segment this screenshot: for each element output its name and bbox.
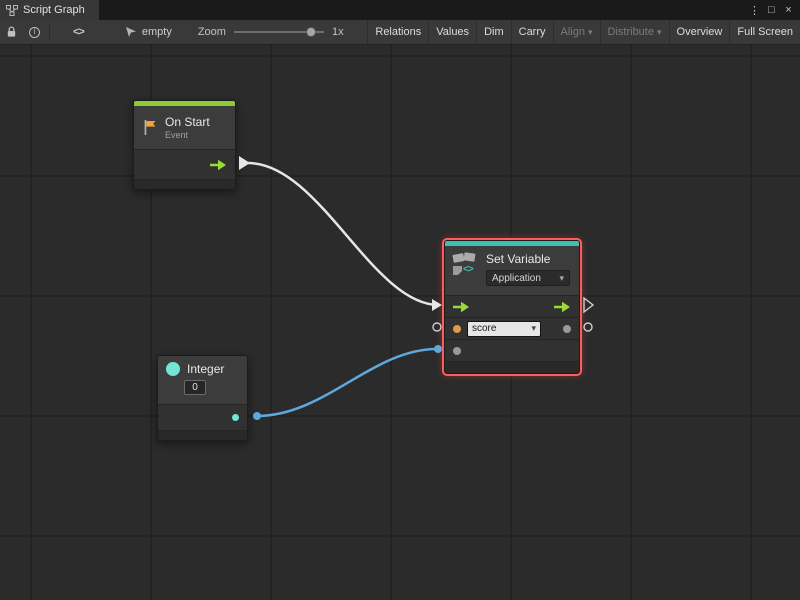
window-menu-button[interactable]: ⋮ bbox=[746, 1, 763, 19]
value-wire-end-dot[interactable] bbox=[434, 345, 442, 353]
flow-input-port-icon[interactable] bbox=[453, 301, 470, 313]
flow-output-row bbox=[134, 149, 235, 179]
zoom-slider[interactable] bbox=[234, 26, 324, 38]
flow-wire-start-arrow[interactable] bbox=[239, 156, 250, 170]
carry-button[interactable]: Carry bbox=[511, 20, 553, 44]
title-bar: Script Graph ⋮ □ × bbox=[0, 0, 800, 20]
graph-name-label: empty bbox=[142, 26, 172, 38]
node-on-start[interactable]: On Start Event bbox=[133, 100, 236, 190]
edit-graph-button[interactable]: <> bbox=[67, 20, 90, 44]
name-input-external-port[interactable] bbox=[433, 323, 441, 331]
script-graph-window: Script Graph ⋮ □ × i <> bbox=[0, 0, 800, 600]
integer-value-input[interactable]: 0 bbox=[184, 380, 206, 395]
overview-button[interactable]: Overview bbox=[669, 20, 730, 44]
variable-scope-dropdown[interactable]: Application ▾ bbox=[486, 270, 570, 286]
node-header: Integer 0 bbox=[158, 356, 247, 404]
kebab-menu-icon: ⋮ bbox=[749, 4, 760, 17]
chevron-down-icon: ▾ bbox=[657, 28, 662, 37]
window-close-button[interactable]: × bbox=[780, 1, 797, 19]
info-icon: i bbox=[29, 27, 40, 38]
graph-canvas[interactable]: On Start Event <> bbox=[0, 45, 800, 600]
graph-breadcrumb[interactable]: empty bbox=[124, 26, 172, 38]
chevron-down-icon: ▾ bbox=[559, 274, 564, 283]
node-subtitle: Event bbox=[165, 130, 210, 140]
script-graph-icon bbox=[6, 5, 18, 16]
new-value-input-port[interactable] bbox=[453, 347, 461, 355]
value-wire[interactable] bbox=[257, 349, 437, 416]
wires-layer bbox=[0, 45, 800, 600]
flow-wire[interactable] bbox=[248, 163, 439, 305]
flag-icon bbox=[142, 119, 158, 136]
flow-output-port-icon[interactable] bbox=[210, 159, 227, 171]
variable-name-field[interactable]: score ▾ bbox=[467, 321, 541, 337]
node-title: Integer bbox=[187, 362, 224, 376]
node-header: On Start Event bbox=[134, 106, 235, 149]
chevron-down-icon: ▾ bbox=[588, 28, 593, 37]
zoom-value: 1x bbox=[332, 26, 344, 38]
set-variable-icon: <> bbox=[453, 252, 479, 278]
tab-script-graph[interactable]: Script Graph bbox=[0, 0, 99, 20]
close-icon: × bbox=[785, 4, 791, 16]
new-value-row bbox=[445, 339, 579, 361]
window-maximize-button[interactable]: □ bbox=[763, 1, 780, 19]
node-footer bbox=[445, 361, 579, 373]
lock-button[interactable] bbox=[0, 20, 23, 44]
align-button: Align▾ bbox=[553, 20, 600, 44]
name-input-port[interactable] bbox=[453, 325, 461, 333]
node-integer[interactable]: Integer 0 bbox=[157, 355, 248, 441]
zoom-slider-knob[interactable] bbox=[306, 27, 316, 37]
node-header: <> Set Variable Application ▾ bbox=[445, 246, 579, 295]
tab-title: Script Graph bbox=[23, 4, 85, 16]
flow-row bbox=[445, 295, 579, 317]
zoom-label: Zoom bbox=[198, 26, 226, 38]
node-footer bbox=[158, 430, 247, 440]
value-output-port[interactable] bbox=[563, 325, 571, 333]
fullscreen-button[interactable]: Full Screen bbox=[729, 20, 800, 44]
flow-output-external-port[interactable] bbox=[584, 298, 593, 312]
value-wire-start-dot[interactable] bbox=[253, 412, 261, 420]
graph-toolbar: i <> empty Zoom 1x Relation bbox=[0, 20, 800, 45]
node-footer bbox=[134, 179, 235, 189]
flow-output-port-icon[interactable] bbox=[554, 301, 571, 313]
lock-icon bbox=[6, 26, 17, 38]
code-icon: <> bbox=[73, 26, 84, 38]
chevron-down-icon: ▾ bbox=[531, 324, 536, 333]
toolbar-divider bbox=[49, 25, 50, 40]
distribute-button: Distribute▾ bbox=[600, 20, 669, 44]
node-set-variable[interactable]: <> Set Variable Application ▾ bbox=[444, 240, 580, 374]
value-output-external-port[interactable] bbox=[584, 323, 592, 331]
integer-output-row bbox=[158, 404, 247, 430]
variable-name-row: score ▾ bbox=[445, 317, 579, 339]
node-title: Set Variable bbox=[486, 252, 570, 266]
flow-wire-end-arrow[interactable] bbox=[432, 299, 442, 311]
integer-output-port[interactable] bbox=[232, 414, 239, 421]
graph-pointer-icon bbox=[124, 26, 137, 38]
maximize-icon: □ bbox=[768, 4, 775, 16]
values-button[interactable]: Values bbox=[428, 20, 476, 44]
integer-type-icon bbox=[166, 362, 180, 376]
relations-button[interactable]: Relations bbox=[367, 20, 428, 44]
info-button[interactable]: i bbox=[23, 20, 46, 44]
node-title: On Start bbox=[165, 115, 210, 129]
dim-button[interactable]: Dim bbox=[476, 20, 511, 44]
titlebar-empty-space bbox=[99, 0, 746, 20]
